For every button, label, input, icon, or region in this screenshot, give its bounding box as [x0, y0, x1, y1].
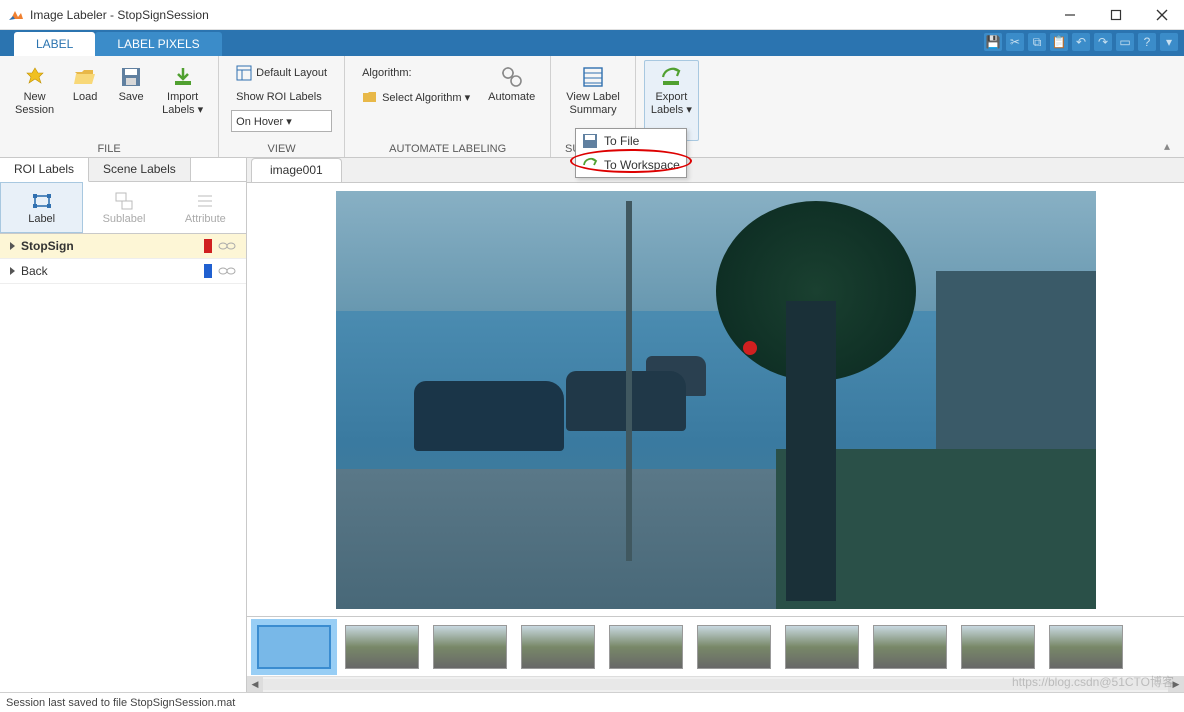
folder-icon	[362, 89, 378, 105]
layout-icon	[236, 65, 252, 81]
thumbnail[interactable]	[961, 625, 1035, 669]
sublabel-icon	[114, 191, 134, 211]
close-button[interactable]	[1148, 5, 1176, 25]
stopsign-marker	[743, 341, 757, 355]
maximize-button[interactable]	[1102, 5, 1130, 25]
titlebar: Image Labeler - StopSignSession	[0, 0, 1184, 30]
ribbon-collapse-icon[interactable]: ▴	[1164, 139, 1180, 155]
label-row-back[interactable]: Back	[0, 259, 246, 284]
automate-icon	[500, 65, 524, 89]
expand-icon	[10, 242, 15, 250]
qat-paste-icon[interactable]: 📋	[1050, 33, 1068, 51]
scroll-left-icon[interactable]: ◀	[247, 677, 263, 692]
save-icon	[582, 133, 598, 149]
thumbnail[interactable]	[433, 625, 507, 669]
color-swatch	[204, 264, 212, 278]
ribbon-tabstrip: LABEL LABEL PIXELS 💾 ✂ ⧉ 📋 ↶ ↷ ▭ ? ▾	[0, 30, 1184, 56]
thumbnail[interactable]	[785, 625, 859, 669]
export-icon	[659, 65, 683, 89]
export-arrow-icon	[582, 157, 598, 173]
ribbon-group-file: New Session Load Save Import Labels ▾ FI…	[0, 56, 219, 157]
image-canvas[interactable]	[247, 182, 1184, 616]
algorithm-label: Algorithm:	[357, 62, 475, 84]
status-bar: Session last saved to file StopSignSessi…	[0, 692, 1184, 712]
attribute-icon	[195, 191, 215, 211]
window-title: Image Labeler - StopSignSession	[30, 8, 1056, 22]
show-roi-labels-label: Show ROI Labels	[231, 86, 332, 108]
qat-undo-icon[interactable]: ↶	[1072, 33, 1090, 51]
status-text: Session last saved to file StopSignSessi…	[6, 697, 235, 709]
import-labels-button[interactable]: Import Labels ▾	[155, 60, 210, 141]
export-dropdown-menu: To File To Workspace	[575, 128, 687, 178]
expand-icon	[10, 267, 15, 275]
qat-help-icon[interactable]: ?	[1138, 33, 1156, 51]
qat-cut-icon[interactable]: ✂	[1006, 33, 1024, 51]
new-session-button[interactable]: New Session	[8, 60, 61, 141]
automate-button[interactable]: Automate	[481, 60, 542, 141]
ribbon-group-automate: Algorithm: Select Algorithm ▾ Automate A…	[345, 56, 551, 157]
save-button[interactable]: Save	[109, 60, 153, 141]
tool-label[interactable]: Label	[0, 182, 83, 233]
color-swatch	[204, 239, 212, 253]
thumbnail[interactable]	[1049, 625, 1123, 669]
link-icon	[218, 240, 236, 252]
thumbnail[interactable]	[257, 625, 331, 669]
qat-redo-icon[interactable]: ↷	[1094, 33, 1112, 51]
content-area: ROI Labels Scene Labels Label Sublabel A…	[0, 158, 1184, 692]
thumbnail[interactable]	[609, 625, 683, 669]
link-icon	[218, 265, 236, 277]
label-row-stopsign[interactable]: StopSign	[0, 234, 246, 259]
export-to-workspace-item[interactable]: To Workspace	[576, 153, 686, 177]
tab-roi-labels[interactable]: ROI Labels	[0, 158, 89, 182]
thumbnail[interactable]	[521, 625, 595, 669]
summary-icon	[581, 65, 605, 89]
image-tab[interactable]: image001	[251, 158, 342, 182]
matlab-logo-icon	[8, 7, 24, 23]
load-button[interactable]: Load	[63, 60, 107, 141]
ribbon-group-view: Default Layout Show ROI Labels On Hover …	[219, 56, 345, 157]
export-to-file-item[interactable]: To File	[576, 129, 686, 153]
import-icon	[171, 65, 195, 89]
select-algorithm-button[interactable]: Select Algorithm ▾	[357, 86, 475, 108]
save-icon	[119, 65, 143, 89]
main-panel: image001	[247, 158, 1184, 692]
thumbnail[interactable]	[697, 625, 771, 669]
rect-label-icon	[32, 191, 52, 211]
new-session-icon	[23, 65, 47, 89]
show-roi-combo[interactable]: On Hover ▾	[231, 110, 332, 132]
qat-copy-icon[interactable]: ⧉	[1028, 33, 1046, 51]
thumbnail[interactable]	[345, 625, 419, 669]
tool-sublabel[interactable]: Sublabel	[83, 182, 164, 233]
label-list: StopSign Back	[0, 234, 246, 692]
tool-attribute[interactable]: Attribute	[165, 182, 246, 233]
tab-label[interactable]: LABEL	[14, 32, 95, 56]
tab-label-pixels[interactable]: LABEL PIXELS	[95, 32, 221, 56]
qat-menu-icon[interactable]: ▾	[1160, 33, 1178, 51]
qat-save-icon[interactable]: 💾	[984, 33, 1002, 51]
qat-layout-icon[interactable]: ▭	[1116, 33, 1134, 51]
displayed-image	[336, 191, 1096, 609]
default-layout-button[interactable]: Default Layout	[231, 62, 332, 84]
minimize-button[interactable]	[1056, 5, 1084, 25]
thumbnail[interactable]	[873, 625, 947, 669]
tab-scene-labels[interactable]: Scene Labels	[89, 158, 191, 181]
left-panel: ROI Labels Scene Labels Label Sublabel A…	[0, 158, 247, 692]
watermark-text: https://blog.csdn@51CTO博客	[1012, 673, 1174, 690]
folder-open-icon	[73, 65, 97, 89]
quick-access-toolbar: 💾 ✂ ⧉ 📋 ↶ ↷ ▭ ? ▾	[984, 33, 1178, 51]
